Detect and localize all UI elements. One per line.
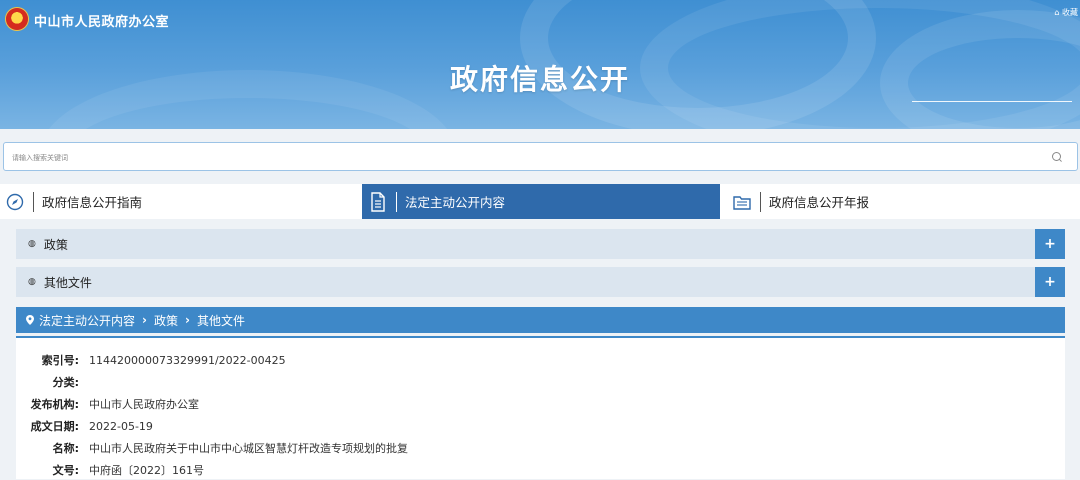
search-input[interactable] xyxy=(10,143,1014,172)
tab-separator xyxy=(760,191,761,212)
tab-statutory-content[interactable]: 法定主动公开内容 xyxy=(362,184,720,219)
tab-label: 政府信息公开指南 xyxy=(42,195,143,210)
accordion-label: 政策 xyxy=(43,237,68,252)
field-key: 名称: xyxy=(52,442,79,455)
field-value: 中山市人民政府办公室 xyxy=(89,398,199,411)
breadcrumb-item[interactable]: 政策 xyxy=(154,312,178,329)
expand-button[interactable]: + xyxy=(1035,267,1065,297)
chevron-right-icon: › xyxy=(184,313,190,327)
field-category: 分类: xyxy=(16,372,89,392)
search-area xyxy=(0,129,1080,184)
search-box xyxy=(3,142,1078,172)
accordion-other-files[interactable]: ◍ 其他文件 + xyxy=(16,267,1065,297)
field-key: 发布机构: xyxy=(30,398,79,411)
document-icon xyxy=(368,191,388,212)
breadcrumb-item[interactable]: 法定主动公开内容 xyxy=(39,312,135,329)
org-name[interactable]: 中山市人民政府办公室 xyxy=(34,11,169,30)
title-divider xyxy=(912,101,1072,102)
field-key: 成文日期: xyxy=(30,420,79,433)
accordion-policy[interactable]: ◍ 政策 + xyxy=(16,229,1065,259)
tab-separator xyxy=(396,191,397,212)
field-value: 114420000073329991/2022-00425 xyxy=(89,353,286,367)
accordion-label: 其他文件 xyxy=(43,275,92,290)
breadcrumb: 法定主动公开内容 › 政策 › 其他文件 xyxy=(16,307,1065,333)
folder-icon xyxy=(732,192,752,212)
bullet-icon: ◍ xyxy=(28,239,36,249)
field-key: 索引号: xyxy=(41,354,79,367)
field-value: 2022-05-19 xyxy=(89,419,153,433)
expand-button[interactable]: + xyxy=(1035,229,1065,259)
field-key: 分类: xyxy=(52,376,79,389)
field-index-number: 索引号: 114420000073329991/2022-00425 xyxy=(16,350,286,370)
document-detail: 索引号: 114420000073329991/2022-00425 分类: 发… xyxy=(16,338,1065,479)
breadcrumb-item[interactable]: 其他文件 xyxy=(197,312,245,329)
search-icon[interactable] xyxy=(1052,152,1061,161)
page-title: 政府信息公开 xyxy=(449,63,630,96)
chevron-right-icon: › xyxy=(142,313,147,327)
national-emblem-icon xyxy=(6,8,28,30)
tab-label: 法定主动公开内容 xyxy=(405,195,506,210)
field-publisher: 发布机构: 中山市人民政府办公室 xyxy=(16,394,199,414)
field-key: 文号: xyxy=(52,464,79,477)
tab-guide[interactable]: 政府信息公开指南 xyxy=(0,184,360,219)
tab-label: 政府信息公开年报 xyxy=(769,195,870,210)
header-banner: 中山市人民政府办公室 ⌂ 收藏 政府信息公开 xyxy=(0,0,1080,129)
field-value: 中山市人民政府关于中山市中心城区智慧灯杆改造专项规划的批复 xyxy=(89,442,408,455)
location-pin-icon xyxy=(26,315,34,325)
field-doc-number: 文号: 中府函〔2022〕161号 xyxy=(16,460,204,480)
tab-bar: 政府信息公开指南 法定主动公开内容 政府信息公开年报 xyxy=(0,184,1080,219)
compass-icon xyxy=(5,192,25,212)
field-title: 名称: 中山市人民政府关于中山市中心城区智慧灯杆改造专项规划的批复 xyxy=(16,438,408,458)
tab-separator xyxy=(33,191,34,212)
field-date: 成文日期: 2022-05-19 xyxy=(16,416,153,436)
field-value: 中府函〔2022〕161号 xyxy=(89,464,204,477)
bullet-icon: ◍ xyxy=(28,277,36,287)
tab-annual-report[interactable]: 政府信息公开年报 xyxy=(722,184,1080,219)
favorite-link[interactable]: ⌂ 收藏 xyxy=(1054,7,1078,18)
